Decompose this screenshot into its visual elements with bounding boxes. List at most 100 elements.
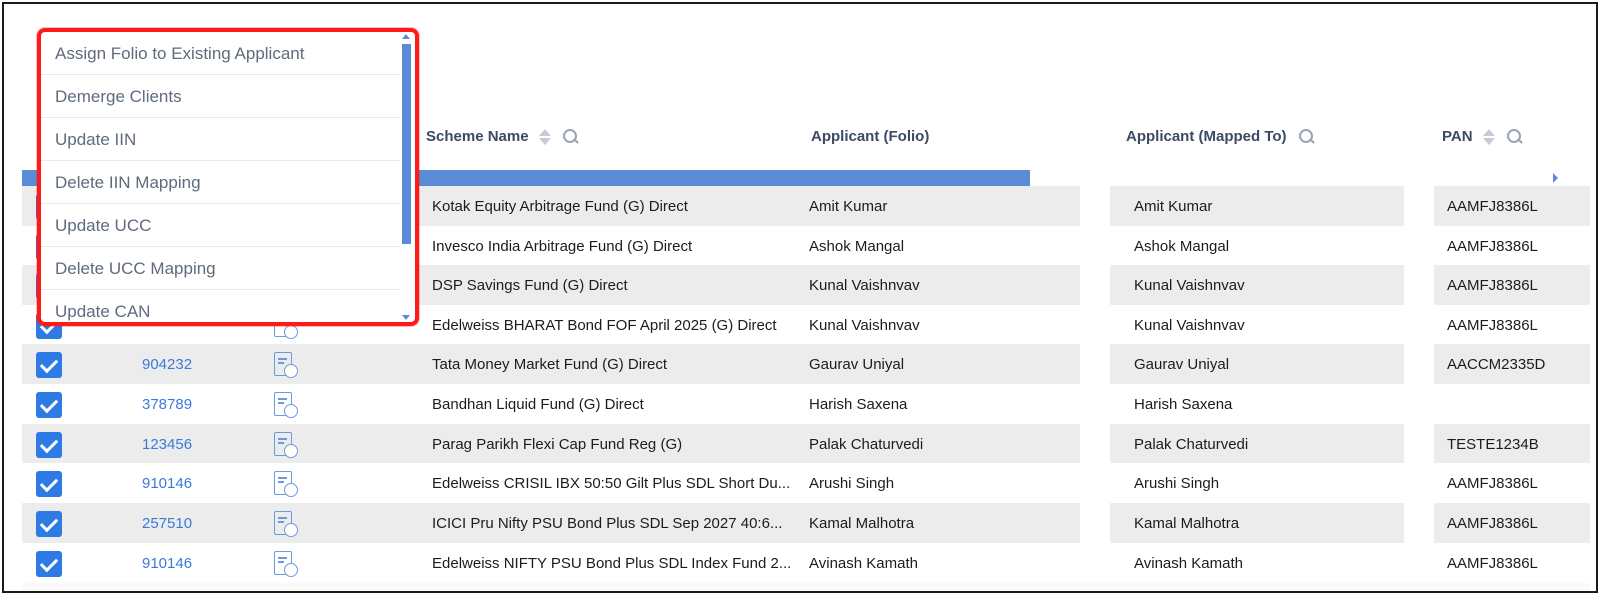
folio-link[interactable]: 904232 xyxy=(142,356,200,373)
cell-gap xyxy=(1404,463,1434,503)
menu-item-update-ucc[interactable]: Update UCC xyxy=(41,204,401,247)
document-rupee-icon[interactable] xyxy=(274,511,300,539)
column-header-label: Applicant (Mapped To) xyxy=(1126,128,1287,145)
applicant-folio-cell: Gaurav Uniyal xyxy=(809,356,905,373)
applicant-folio-cell: Amit Kumar xyxy=(809,198,888,215)
scheme-name-cell: Edelweiss CRISIL IBX 50:50 Gilt Plus SDL… xyxy=(432,475,791,492)
column-header-label: PAN xyxy=(1442,128,1473,145)
cell-gap xyxy=(1404,305,1434,345)
applicant-mapped-cell: Ashok Mangal xyxy=(1134,238,1230,255)
cell-gap xyxy=(1080,543,1110,583)
row-checkbox[interactable] xyxy=(36,511,62,537)
column-header-scheme-name[interactable]: Scheme Name xyxy=(426,128,579,145)
cell-gap xyxy=(1080,344,1110,384)
column-header-applicant-mapped[interactable]: Applicant (Mapped To) xyxy=(1126,128,1315,145)
scroll-right-arrow-icon[interactable] xyxy=(1553,173,1558,183)
cell-gap xyxy=(1404,424,1434,464)
document-rupee-icon[interactable] xyxy=(274,352,300,380)
cell-gap xyxy=(1080,384,1110,424)
scrollbar-thumb[interactable] xyxy=(402,44,411,244)
scroll-down-arrow-icon[interactable] xyxy=(402,315,410,320)
cell-gap xyxy=(1404,344,1434,384)
folio-link[interactable]: 123456 xyxy=(142,436,200,453)
sort-icon[interactable] xyxy=(1482,128,1495,145)
search-icon[interactable] xyxy=(562,128,579,145)
column-header-applicant-folio[interactable]: Applicant (Folio) xyxy=(811,128,929,145)
scheme-name-cell: Bandhan Liquid Fund (G) Direct xyxy=(432,396,644,413)
search-icon[interactable] xyxy=(1506,128,1523,145)
menu-item-update-can[interactable]: Update CAN xyxy=(41,290,401,322)
cell-gap xyxy=(1404,186,1434,226)
menu-item-update-iin[interactable]: Update IIN xyxy=(41,118,401,161)
cell-gap xyxy=(1080,463,1110,503)
folio-link[interactable]: 378789 xyxy=(142,396,200,413)
applicant-mapped-cell: Gaurav Uniyal xyxy=(1134,356,1230,373)
cell-gap xyxy=(1404,265,1434,305)
pan-cell: TESTE1234B xyxy=(1447,436,1539,453)
menu-item-assign-folio[interactable]: Assign Folio to Existing Applicant xyxy=(41,32,401,75)
column-header-pan[interactable]: PAN xyxy=(1442,128,1523,145)
scheme-name-cell: Kotak Equity Arbitrage Fund (G) Direct xyxy=(432,198,688,215)
dropdown-scrollbar[interactable] xyxy=(400,32,412,322)
applicant-folio-cell: Avinash Kamath xyxy=(809,555,918,572)
menu-item-delete-ucc-mapping[interactable]: Delete UCC Mapping xyxy=(41,247,401,290)
applicant-mapped-cell: Arushi Singh xyxy=(1134,475,1220,492)
applicant-folio-cell: Kunal Vaishnvav xyxy=(809,317,920,334)
row-checkbox[interactable] xyxy=(36,352,62,378)
cell-gap xyxy=(1404,226,1434,266)
applicant-mapped-cell: Amit Kumar xyxy=(1134,198,1213,215)
cell-gap xyxy=(1080,186,1110,226)
applicant-folio-cell: Arushi Singh xyxy=(809,475,895,492)
applicant-mapped-cell: Kamal Malhotra xyxy=(1134,515,1240,532)
table-row[interactable]: 378789 Bandhan Liquid Fund (G) Direct Hari… xyxy=(22,384,1590,424)
document-rupee-icon[interactable] xyxy=(274,392,300,420)
applicant-mapped-cell: Kunal Vaishnvav xyxy=(1134,317,1245,334)
scheme-name-cell: Edelweiss NIFTY PSU Bond Plus SDL Index … xyxy=(432,555,792,572)
table-row[interactable]: 904232 Tata Money Market Fund (G) Direct G… xyxy=(22,344,1590,384)
applicant-folio-cell: Kamal Malhotra xyxy=(809,515,915,532)
scheme-name-cell: Invesco India Arbitrage Fund (G) Direct xyxy=(432,238,693,255)
applicant-mapped-cell: Kunal Vaishnvav xyxy=(1134,277,1245,294)
pan-cell: AAMFJ8386L xyxy=(1447,198,1538,215)
document-rupee-icon[interactable] xyxy=(274,432,300,460)
column-header-label: Scheme Name xyxy=(426,128,529,145)
document-rupee-icon[interactable] xyxy=(274,551,300,579)
cell-gap xyxy=(1080,265,1110,305)
row-checkbox[interactable] xyxy=(36,392,62,418)
document-rupee-icon[interactable] xyxy=(274,471,300,499)
cell-gap xyxy=(1080,424,1110,464)
cell-gap xyxy=(1404,543,1434,583)
row-checkbox[interactable] xyxy=(36,551,62,577)
pan-cell: AACCM2335D xyxy=(1447,356,1546,373)
scroll-up-arrow-icon[interactable] xyxy=(402,34,410,39)
applicant-folio-cell: Harish Saxena xyxy=(809,396,908,413)
pan-cell: AAMFJ8386L xyxy=(1447,475,1538,492)
app-frame: Scheme Name Applicant (Folio) Applicant … xyxy=(2,2,1598,593)
scheme-name-cell: Parag Parikh Flexi Cap Fund Reg (G) xyxy=(432,436,683,453)
folio-link[interactable]: 257510 xyxy=(142,515,200,532)
row-checkbox[interactable] xyxy=(36,471,62,497)
cell-gap xyxy=(1404,503,1434,543)
folio-link[interactable]: 910146 xyxy=(142,475,200,492)
applicant-folio-cell: Kunal Vaishnvav xyxy=(809,277,920,294)
search-icon[interactable] xyxy=(1298,128,1315,145)
sort-icon[interactable] xyxy=(538,128,551,145)
cell-gap xyxy=(1404,384,1434,424)
applicant-folio-cell: Ashok Mangal xyxy=(809,238,905,255)
cell-gap xyxy=(1080,305,1110,345)
row-checkbox[interactable] xyxy=(36,432,62,458)
menu-item-delete-iin-mapping[interactable]: Delete IIN Mapping xyxy=(41,161,401,204)
cell-gap xyxy=(1080,226,1110,266)
scroll-left-arrow-icon[interactable] xyxy=(24,173,29,183)
actions-dropdown-menu: Assign Folio to Existing Applicant Demer… xyxy=(37,28,419,326)
table-row[interactable]: 123456 Parag Parikh Flexi Cap Fund Reg (G… xyxy=(22,424,1590,464)
table-row[interactable]: 257510 ICICI Pru Nifty PSU Bond Plus SDL … xyxy=(22,503,1590,543)
table-row[interactable]: 910146 Edelweiss CRISIL IBX 50:50 Gilt Pl… xyxy=(22,463,1590,503)
pan-cell: AAMFJ8386L xyxy=(1447,317,1538,334)
applicant-mapped-cell: Palak Chaturvedi xyxy=(1134,436,1249,453)
pan-cell: AAMFJ8386L xyxy=(1447,277,1538,294)
table-row[interactable]: 910146 Edelweiss NIFTY PSU Bond Plus SDL … xyxy=(22,543,1590,583)
folio-link[interactable]: 910146 xyxy=(142,555,200,572)
menu-item-demerge-clients[interactable]: Demerge Clients xyxy=(41,75,401,118)
column-header-label: Applicant (Folio) xyxy=(811,128,930,145)
